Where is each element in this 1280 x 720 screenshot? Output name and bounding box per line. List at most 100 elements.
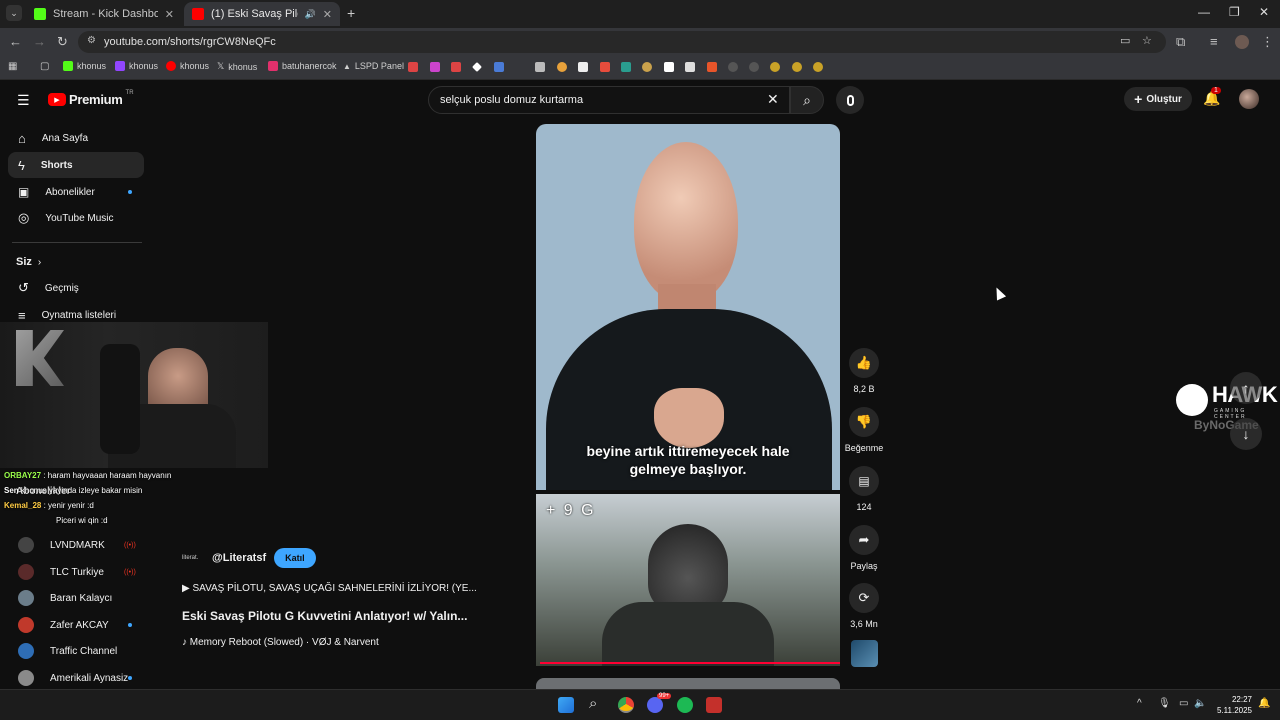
sidebar-you-heading[interactable]: Siz ›: [8, 249, 144, 275]
app-icon[interactable]: [642, 62, 652, 72]
minimize-icon[interactable]: —: [1198, 5, 1210, 19]
extensions-icon[interactable]: ⧉: [1176, 34, 1185, 50]
short-video-frame-bottom[interactable]: + 9 G: [536, 494, 840, 666]
app-icon[interactable]: [749, 62, 759, 72]
account-avatar[interactable]: [1239, 89, 1259, 109]
spotify-icon[interactable]: [677, 697, 693, 713]
app-icon[interactable]: [578, 62, 588, 72]
sidebar-item-home[interactable]: ⌂ Ana Sayfa: [8, 125, 144, 151]
sidebar-item-history[interactable]: ↺ Geçmiş: [8, 275, 144, 301]
app-icon[interactable]: [621, 62, 631, 72]
browser-menu-icon[interactable]: ⋮: [1261, 34, 1274, 50]
sidebar-channel[interactable]: Baran Kalaycı: [8, 585, 144, 611]
site-info-icon[interactable]: ⚙: [87, 35, 96, 46]
mouse-cursor-icon: [991, 285, 1007, 301]
profile-avatar[interactable]: [1235, 35, 1249, 49]
voice-search-button[interactable]: [836, 86, 864, 114]
microphone-tray-icon[interactable]: 🎙: [1158, 698, 1171, 709]
audio-playing-icon[interactable]: 🔊: [305, 9, 316, 20]
diamond-icon[interactable]: [472, 62, 482, 72]
search-button[interactable]: ⌕: [790, 86, 824, 114]
sidebar-channel[interactable]: Amerikali Aynasiz: [8, 665, 144, 691]
app-icon[interactable]: [770, 62, 780, 72]
back-icon[interactable]: ←: [9, 34, 22, 49]
sidebar-channel[interactable]: TLC Turkiye ((•)): [8, 559, 144, 585]
game-icon[interactable]: [557, 62, 567, 72]
apps-grid-icon[interactable]: ▦: [8, 61, 17, 72]
sidebar-channel[interactable]: Traffic Channel: [8, 638, 144, 664]
notification-center-icon[interactable]: 🔔: [1258, 698, 1270, 709]
tab-close-icon[interactable]: ✕: [165, 8, 174, 21]
sheet-icon[interactable]: [535, 62, 545, 72]
bookmark-khonus-twitch[interactable]: khonus: [115, 61, 158, 71]
bookmark-khonus-kick[interactable]: khonus: [63, 61, 106, 71]
sidebar-channel[interactable]: Zafer AKCAY: [8, 612, 144, 638]
discord-icon[interactable]: [647, 697, 663, 713]
short-video-frame-top[interactable]: [536, 124, 840, 490]
app-icon[interactable]: [792, 62, 802, 72]
clear-search-icon[interactable]: ✕: [767, 91, 779, 108]
tab-close-icon[interactable]: ✕: [323, 8, 332, 21]
bookmark-batuhanercok[interactable]: batuhanercok: [268, 61, 337, 71]
short-title[interactable]: Eski Savaş Pilotu G Kuvvetini Anlatıyor!…: [182, 609, 467, 623]
tab-youtube-short[interactable]: (1) Eski Savaş Pilotu G Kuvv 🔊 ✕: [184, 2, 340, 26]
sidebar-item-youtube-music[interactable]: ◎ YouTube Music: [8, 205, 144, 231]
notifications-button[interactable]: 🔔 1: [1203, 87, 1221, 108]
gmail-icon[interactable]: [451, 62, 461, 72]
tab-kick-dashboard[interactable]: Stream - Kick Dashboard ✕: [26, 2, 182, 26]
playlist-link[interactable]: ▶ SAVAŞ PİLOTU, SAVAŞ UÇAĞI SAHNELERİNİ …: [182, 583, 477, 594]
show-hidden-icons-icon[interactable]: ^: [1137, 698, 1142, 709]
bookmark-khonus-youtube[interactable]: khonus: [166, 61, 209, 71]
close-window-icon[interactable]: ✕: [1259, 5, 1269, 19]
new-tab-button[interactable]: +: [347, 5, 355, 21]
share-button[interactable]: ➦ Paylaş: [844, 525, 884, 571]
network-icon[interactable]: ▭: [1179, 698, 1188, 709]
channel-avatar[interactable]: literat.: [182, 555, 204, 561]
previous-short-button[interactable]: ↑: [1230, 372, 1262, 404]
windows-start-icon[interactable]: [558, 697, 574, 713]
cast-icon[interactable]: ▭: [1120, 34, 1130, 47]
chrome-icon[interactable]: [618, 697, 634, 713]
address-bar[interactable]: ⚙ youtube.com/shorts/rgrCW8NeQFc ▭ ☆: [78, 31, 1166, 53]
search-icon[interactable]: ⌕: [589, 695, 597, 712]
forward-icon[interactable]: →: [33, 34, 46, 49]
app-icon[interactable]: [706, 697, 722, 713]
video-progress-bar[interactable]: [540, 662, 840, 664]
gmail-icon[interactable]: [430, 62, 440, 72]
remix-button[interactable]: ⟳ 3,6 Mn: [844, 583, 884, 629]
sound-thumbnail[interactable]: [851, 640, 878, 667]
comments-button[interactable]: ▤ 124: [844, 466, 884, 512]
sidebar-item-subscriptions[interactable]: ▣ Abonelikler: [8, 179, 144, 205]
reload-icon[interactable]: ↻: [57, 34, 68, 50]
dislike-button[interactable]: 👎 Beğenme: [844, 407, 884, 453]
folder-icon[interactable]: ▢: [40, 61, 49, 72]
sidebar-channel[interactable]: LVNDMARK ((•)): [8, 532, 144, 558]
restore-icon[interactable]: ❐: [1229, 5, 1240, 19]
like-button[interactable]: 👍 8,2 B: [844, 348, 884, 394]
app-icon[interactable]: [600, 62, 610, 72]
next-short-button[interactable]: ↓: [1230, 418, 1262, 450]
bookmark-star-icon[interactable]: ☆: [1142, 34, 1152, 47]
create-button[interactable]: + Oluştur: [1124, 87, 1192, 111]
app-icon[interactable]: [707, 62, 717, 72]
rockstar-icon[interactable]: [494, 62, 504, 72]
app-icon[interactable]: [728, 62, 738, 72]
youtube-premium-logo[interactable]: ▶ Premium TR: [48, 90, 134, 107]
sidebar-item-shorts[interactable]: ϟ Shorts: [8, 152, 144, 178]
hamburger-menu-icon[interactable]: ☰: [17, 92, 30, 109]
clock[interactable]: 22:27 5.11.2025: [1212, 694, 1252, 716]
gmail-icon[interactable]: [408, 62, 418, 72]
music-link[interactable]: ♪ Memory Reboot (Slowed) · VØJ & Narvent: [182, 637, 379, 648]
app-icon[interactable]: [813, 62, 823, 72]
app-icon[interactable]: [685, 62, 695, 72]
tab-search-button[interactable]: ⌄: [6, 5, 22, 21]
channel-row: literat. @Literatsf Katıl: [182, 548, 316, 568]
app-icon[interactable]: [664, 62, 674, 72]
search-input[interactable]: selçuk poslu domuz kurtarma ✕: [428, 86, 790, 114]
bookmark-lspd-panel[interactable]: ▲ LSPD Panel: [343, 61, 404, 71]
join-button[interactable]: Katıl: [274, 548, 316, 568]
media-controls-icon[interactable]: ≡: [1210, 34, 1218, 49]
bookmark-khonus-x[interactable]: 𝕏khonus: [217, 61, 257, 72]
volume-icon[interactable]: 🔈: [1194, 698, 1206, 709]
channel-handle[interactable]: @Literatsf: [212, 552, 266, 564]
